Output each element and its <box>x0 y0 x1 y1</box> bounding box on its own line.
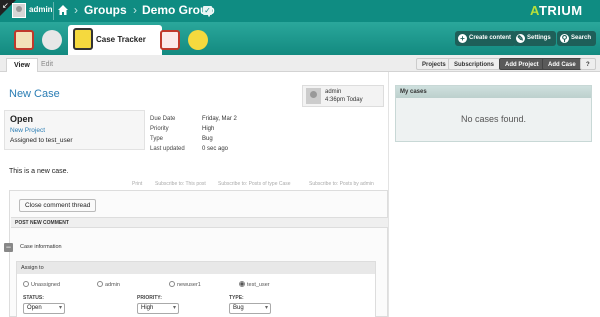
plus-icon: + <box>458 34 467 43</box>
help-button[interactable]: ? <box>580 58 596 70</box>
case-body: This is a new case. <box>9 168 69 175</box>
meta-value: 0 sec ago <box>202 146 229 152</box>
assignee-label: test_user <box>247 282 270 288</box>
close-thread-button[interactable]: Close comment thread <box>19 199 97 212</box>
breadcrumb-groups[interactable]: Groups <box>84 3 127 17</box>
case-tracker-label: Case Tracker <box>96 35 146 44</box>
breadcrumb-separator-icon: › <box>74 3 78 17</box>
atrium-logo: ATRIUM <box>530 3 583 18</box>
column-divider <box>388 72 389 317</box>
priority-select[interactable]: High <box>137 303 179 314</box>
tab-edit[interactable]: Edit <box>34 58 60 72</box>
search-icon: ⚲ <box>560 34 569 43</box>
assignee-label: admin <box>105 282 120 288</box>
search-button[interactable]: ⚲ Search <box>557 31 597 46</box>
settings-button[interactable]: ✎ Settings <box>513 31 556 46</box>
assignee-label: newuser1 <box>177 282 201 288</box>
my-cases-title: My cases <box>396 86 591 98</box>
case-tracker-tab[interactable]: Case Tracker <box>68 25 162 55</box>
add-case-button[interactable]: Add Case <box>542 58 582 70</box>
check-icon[interactable]: ✓ <box>203 6 212 15</box>
print-link[interactable]: Print <box>132 181 142 187</box>
assignee-radio[interactable]: admin <box>97 281 120 288</box>
add-project-button[interactable]: Add Project <box>499 58 545 70</box>
status-select[interactable]: Open <box>23 303 65 314</box>
case-status: Open <box>10 114 34 124</box>
case-information-section: − Case information Assign to Unassigned … <box>4 243 388 317</box>
breadcrumb-separator-icon: › <box>133 3 137 17</box>
assignee-radio[interactable]: Unassigned <box>23 281 60 288</box>
settings-label: Settings <box>527 35 551 41</box>
priority-label: PRIORITY: <box>137 295 162 301</box>
members-app-icon[interactable] <box>188 30 208 50</box>
assignee-radio[interactable]: newuser1 <box>169 281 201 288</box>
page-title: New Case <box>9 88 60 100</box>
projects-button[interactable]: Projects <box>416 58 452 70</box>
logo-letter: A <box>530 3 539 18</box>
user-name[interactable]: admin <box>29 5 53 14</box>
author-box: admin 4:36pm Today <box>302 85 384 107</box>
meta-label: Last updated <box>150 146 185 152</box>
post-comment-header: POST NEW COMMENT <box>11 217 388 228</box>
app-bar: Case Tracker + Create content ✎ Settings ⚲… <box>0 22 600 55</box>
calendar-app-icon[interactable] <box>160 30 180 50</box>
meta-value: High <box>202 126 215 132</box>
comment-thread: Close comment thread POST NEW COMMENT − … <box>4 190 388 317</box>
no-cases-message: No cases found. <box>460 114 527 124</box>
radio-dot <box>97 281 103 287</box>
assign-to-label: Assign to <box>17 262 375 274</box>
create-content-label: Create content <box>469 35 512 41</box>
assignee-radio-selected[interactable]: test_user <box>239 281 270 288</box>
create-content-button[interactable]: + Create content <box>455 31 517 46</box>
type-label: TYPE: <box>229 295 244 301</box>
tab-bar: View Edit Projects Subscriptions Add Pro… <box>0 55 600 72</box>
post-time: 4:36pm Today <box>325 97 363 103</box>
case-information-label: Case information <box>20 244 62 250</box>
meta-label: Due Date <box>150 116 176 122</box>
divider <box>53 2 54 20</box>
author-avatar[interactable] <box>306 88 321 104</box>
wrench-icon: ✎ <box>516 34 525 43</box>
radio-dot <box>23 281 29 287</box>
status-label: STATUS: <box>23 295 44 301</box>
type-select[interactable]: Bug <box>229 303 271 314</box>
project-link[interactable]: New Project <box>10 127 45 134</box>
notebook-app-icon[interactable] <box>42 30 62 50</box>
search-label: Search <box>571 35 592 41</box>
author-name[interactable]: admin <box>325 89 341 95</box>
top-bar: ↙ admin › Groups › Demo Group ✓ ATRIUM <box>0 0 600 22</box>
radio-dot <box>169 281 175 287</box>
corner-arrow-icon: ↙ <box>2 1 9 10</box>
subscribe-type-link[interactable]: Subscribe to: Posts of type Case <box>218 181 291 187</box>
meta-label: Type <box>150 136 164 142</box>
case-tracker-icon <box>73 28 93 50</box>
collapse-icon[interactable]: − <box>4 243 13 252</box>
subscribe-post-link[interactable]: Subscribe to: This post <box>155 181 206 187</box>
my-cases-panel: My cases No cases found. <box>395 85 592 142</box>
subscriptions-button[interactable]: Subscriptions <box>448 58 501 70</box>
dashboard-app-icon[interactable] <box>14 30 34 50</box>
assignee-label: Unassigned <box>31 282 61 288</box>
meta-value: Friday, Mar 2 <box>202 116 237 122</box>
radio-dot <box>239 281 245 287</box>
assign-fieldset: Assign to Unassigned admin newuser1 test… <box>16 261 376 317</box>
subscribe-author-link[interactable]: Subscribe to: Posts by admin <box>309 181 374 187</box>
case-status-box: Open New Project Assigned to test_user <box>4 110 145 150</box>
home-icon[interactable] <box>57 4 69 16</box>
meta-label: Priority <box>150 126 169 132</box>
logo-text: TRIUM <box>538 3 583 18</box>
user-avatar[interactable] <box>12 3 26 18</box>
assigned-to: Assigned to test_user <box>10 137 73 144</box>
meta-value: Bug <box>202 136 213 142</box>
